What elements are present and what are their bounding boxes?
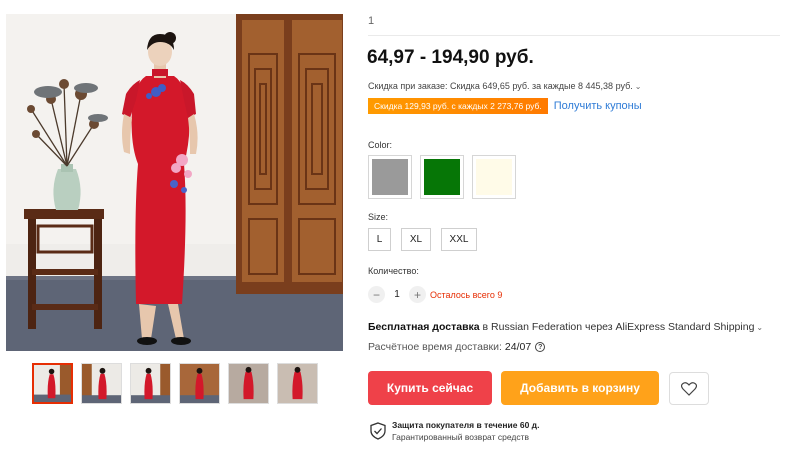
thumbnail-5[interactable] bbox=[228, 363, 269, 404]
size-option-xxl[interactable]: XXL bbox=[441, 228, 477, 251]
thumbnail-4[interactable] bbox=[179, 363, 220, 404]
shield-check-icon bbox=[370, 422, 386, 440]
chevron-down-icon: ⌄ bbox=[756, 323, 764, 332]
protection-title: Защита покупателя в течение 60 д. bbox=[392, 420, 540, 430]
color-swatch-cream[interactable] bbox=[472, 155, 516, 199]
color-swatch-gray[interactable] bbox=[368, 155, 412, 199]
size-option-l[interactable]: L bbox=[368, 228, 391, 251]
shipping-info[interactable]: Бесплатная доставка в Russian Federation… bbox=[368, 321, 763, 333]
heart-icon bbox=[681, 381, 697, 396]
wishlist-button[interactable] bbox=[669, 372, 709, 405]
size-label: Size: bbox=[368, 212, 389, 222]
wooden-screen bbox=[236, 14, 343, 294]
swatch-fill bbox=[476, 159, 512, 195]
eta-date: 24/07 bbox=[504, 341, 532, 353]
thumbnail-1[interactable] bbox=[32, 363, 73, 404]
shipping-details: в Russian Federation через AliExpress St… bbox=[479, 321, 755, 333]
quantity-stepper: − 1 + Осталось всего 9 bbox=[368, 286, 502, 303]
thumbnail-strip bbox=[32, 363, 318, 404]
thumbnail-6[interactable] bbox=[277, 363, 318, 404]
color-label: Color: bbox=[368, 140, 393, 150]
quantity-value[interactable]: 1 bbox=[385, 289, 409, 300]
thumbnail-3[interactable] bbox=[130, 363, 171, 404]
color-swatches bbox=[368, 155, 516, 199]
main-product-image[interactable] bbox=[6, 14, 343, 351]
swatch-fill bbox=[372, 159, 408, 195]
info-icon[interactable]: ? bbox=[535, 342, 546, 352]
protection-subtitle: Гарантированный возврат средств bbox=[392, 432, 529, 442]
vase bbox=[53, 164, 81, 210]
eta-label: Расчётное время доставки: bbox=[368, 341, 502, 353]
buy-now-button[interactable]: Купить сейчас bbox=[368, 371, 492, 405]
quantity-label: Количество: bbox=[368, 266, 419, 276]
stock-left-text: Осталось всего 9 bbox=[430, 289, 503, 300]
coupon-badge: Скидка 129,93 руб. с каждых 2 273,76 руб… bbox=[368, 98, 548, 114]
size-option-xl[interactable]: XL bbox=[401, 228, 431, 251]
coupon-row: Скидка 129,93 руб. с каждых 2 273,76 руб… bbox=[368, 98, 642, 114]
bulk-discount-text: Скидка при заказе: Скидка 649,65 руб. за… bbox=[368, 81, 633, 91]
qipao-photo-illustration bbox=[6, 14, 343, 351]
add-to-cart-button[interactable]: Добавить в корзину bbox=[501, 371, 659, 405]
color-swatch-green[interactable] bbox=[420, 155, 464, 199]
thumbnail-2[interactable] bbox=[81, 363, 122, 404]
size-options: L XL XXL bbox=[368, 228, 477, 251]
get-coupons-link[interactable]: Получить купоны bbox=[554, 100, 642, 112]
price-range: 64,97 - 194,90 руб. bbox=[367, 47, 534, 68]
bulk-discount[interactable]: Скидка при заказе: Скидка 649,65 руб. за… bbox=[368, 81, 641, 91]
swatch-fill bbox=[424, 159, 460, 195]
buyer-protection: Защита покупателя в течение 60 д. Гарант… bbox=[370, 420, 539, 442]
delivery-estimate: Расчётное время доставки: 24/07 ? bbox=[368, 341, 546, 353]
divider bbox=[368, 35, 780, 36]
sku-fragment: 1 bbox=[368, 15, 375, 27]
free-shipping-label: Бесплатная доставка bbox=[368, 321, 480, 333]
chevron-down-icon: ⌄ bbox=[634, 82, 642, 91]
quantity-minus-button[interactable]: − bbox=[368, 286, 385, 303]
quantity-plus-button[interactable]: + bbox=[409, 286, 426, 303]
